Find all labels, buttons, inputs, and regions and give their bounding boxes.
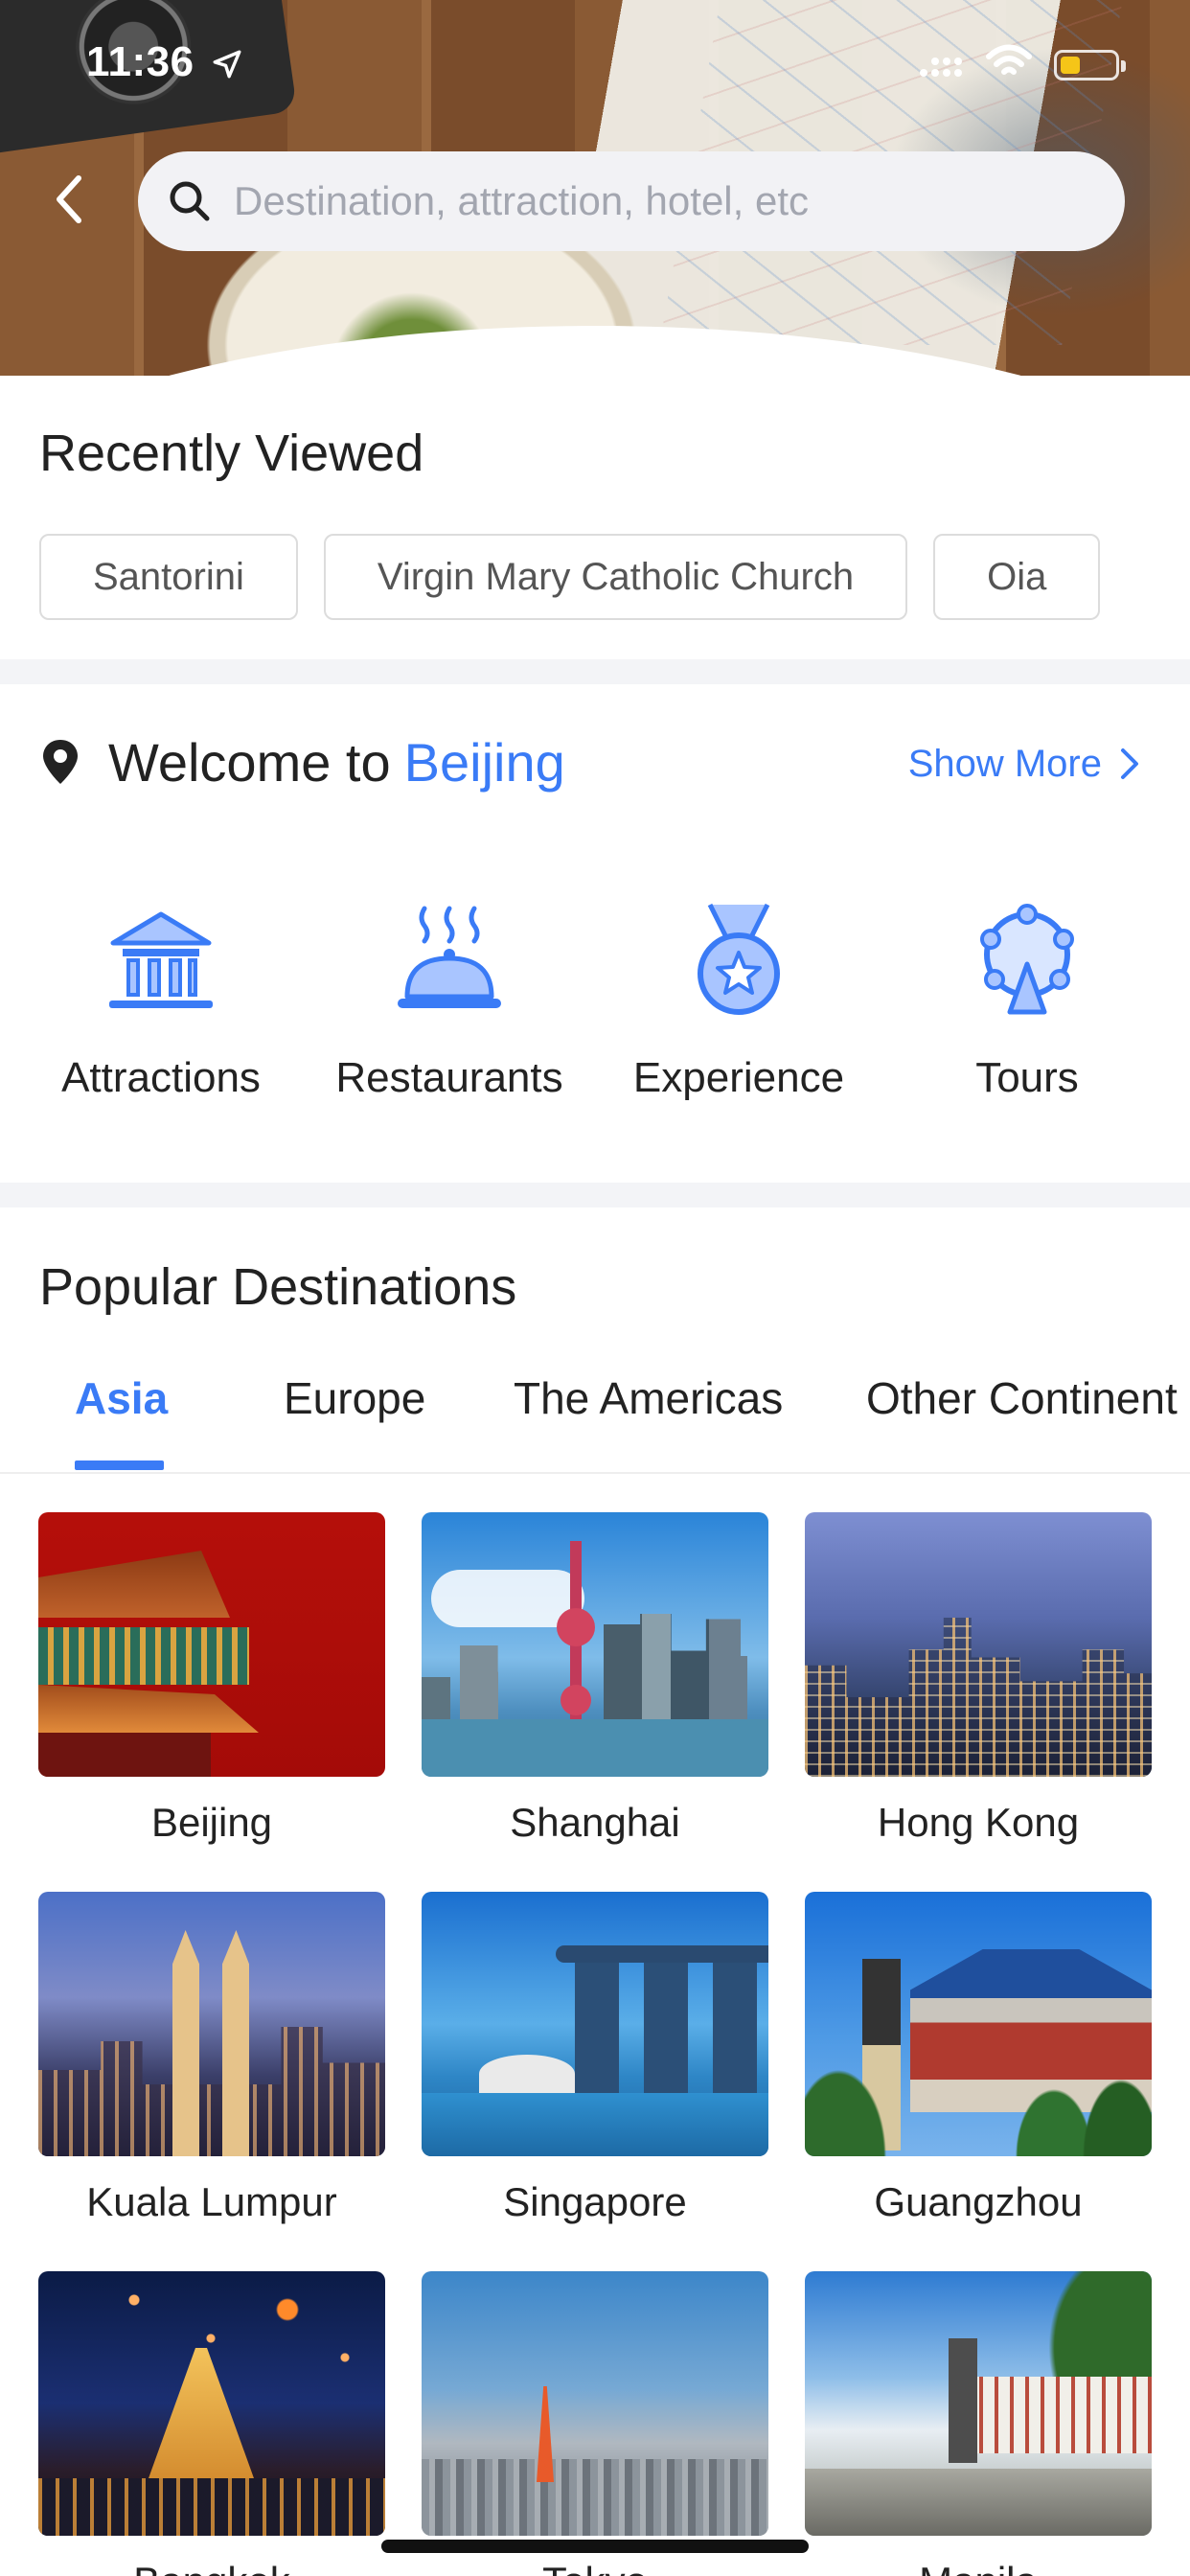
location-pin-icon: [43, 740, 78, 784]
destination-card-hong-kong[interactable]: Hong Kong: [805, 1512, 1152, 1867]
recent-chip[interactable]: Virgin Mary Catholic Church: [323, 534, 908, 620]
category-label: Tours: [975, 1054, 1079, 1101]
destination-name: Hong Kong: [877, 1800, 1080, 1845]
destination-card-tokyo[interactable]: Tokyo: [422, 2271, 768, 2576]
destination-name: Tokyo: [422, 2559, 768, 2576]
wifi-icon: [986, 44, 1032, 75]
continent-tabs: Asia Europe The Americas Other Continent: [0, 1361, 1190, 1474]
destination-name: Guangzhou: [874, 2179, 1083, 2224]
tab-the-americas[interactable]: The Americas: [514, 1372, 783, 1424]
back-button[interactable]: [40, 171, 98, 228]
destination-thumbnail: [422, 2271, 768, 2536]
destination-thumbnail: [422, 1512, 768, 1777]
show-more-link[interactable]: Show More: [908, 738, 1140, 790]
cloche-icon: [398, 906, 501, 1008]
destination-thumbnail: [422, 1892, 768, 2156]
cellular-signal-icon: [920, 58, 962, 77]
tab-asia[interactable]: Asia: [75, 1372, 168, 1424]
status-time: 11:36: [86, 38, 195, 85]
ferris-wheel-icon: [980, 904, 1074, 1015]
category-shortcuts: Attractions Restaurants Experience Tours: [0, 901, 1190, 1121]
destination-name: Kuala Lumpur: [86, 2179, 337, 2224]
battery-icon: [1054, 50, 1126, 80]
destination-thumbnail: [805, 1892, 1152, 2156]
destination-thumbnail: [805, 1512, 1152, 1777]
search-bar[interactable]: [138, 151, 1125, 251]
active-tab-indicator: [75, 1460, 164, 1470]
destination-card-shanghai[interactable]: Shanghai: [422, 1512, 768, 1867]
destination-card-manila[interactable]: Manila: [805, 2271, 1152, 2576]
destination-thumbnail: [38, 2271, 385, 2536]
search-input[interactable]: [234, 178, 1125, 224]
category-label: Restaurants: [335, 1054, 563, 1101]
destination-thumbnail: [805, 2271, 1152, 2536]
section-divider: [0, 1183, 1190, 1208]
chevron-left-icon: [57, 175, 81, 223]
welcome-city[interactable]: Beijing: [404, 731, 565, 794]
tab-other-continent[interactable]: Other Continent: [866, 1372, 1178, 1424]
category-restaurants[interactable]: Restaurants: [315, 901, 584, 1102]
chevron-right-icon: [1121, 748, 1138, 779]
museum-icon: [109, 911, 213, 1008]
popular-destinations-title: Popular Destinations: [39, 1258, 517, 1316]
welcome-prefix: Welcome to: [108, 731, 391, 793]
recently-viewed-title: Recently Viewed: [39, 425, 424, 482]
destination-card-guangzhou[interactable]: Guangzhou: [805, 1892, 1152, 2246]
location-arrow-icon: [213, 50, 241, 79]
category-attractions[interactable]: Attractions: [27, 901, 295, 1102]
destination-name: Bangkok: [38, 2559, 385, 2576]
destination-thumbnail: [38, 1892, 385, 2156]
category-tours[interactable]: Tours: [893, 901, 1161, 1102]
status-bar: 11:36: [0, 0, 1190, 126]
destination-name: Shanghai: [510, 1800, 680, 1845]
destination-card-bangkok[interactable]: Bangkok: [38, 2271, 385, 2576]
section-divider: [0, 659, 1190, 684]
home-indicator[interactable]: [381, 2540, 809, 2553]
destination-thumbnail: [38, 1512, 385, 1777]
category-label: Attractions: [61, 1054, 261, 1101]
destination-card-singapore[interactable]: Singapore: [422, 1892, 768, 2246]
category-label: Experience: [632, 1054, 845, 1101]
recent-chip[interactable]: Santorini: [39, 534, 298, 620]
recently-viewed-list: Santorini Virgin Mary Catholic Church Oi…: [39, 534, 1101, 620]
destination-name: Singapore: [503, 2179, 687, 2224]
recent-chip[interactable]: Oia: [933, 534, 1101, 620]
category-experience[interactable]: Experience: [605, 901, 873, 1102]
tab-europe[interactable]: Europe: [284, 1372, 425, 1424]
destination-card-beijing[interactable]: Beijing: [38, 1512, 385, 1867]
tabs-divider: [0, 1472, 1190, 1474]
show-more-label: Show More: [907, 742, 1102, 785]
search-icon: [170, 181, 210, 221]
welcome-heading: Welcome to Beijing: [39, 728, 565, 795]
destination-name: Manila: [805, 2559, 1152, 2576]
destination-name: Beijing: [150, 1800, 273, 1845]
medal-icon: [698, 903, 780, 1015]
destination-card-kuala-lumpur[interactable]: Kuala Lumpur: [38, 1892, 385, 2246]
